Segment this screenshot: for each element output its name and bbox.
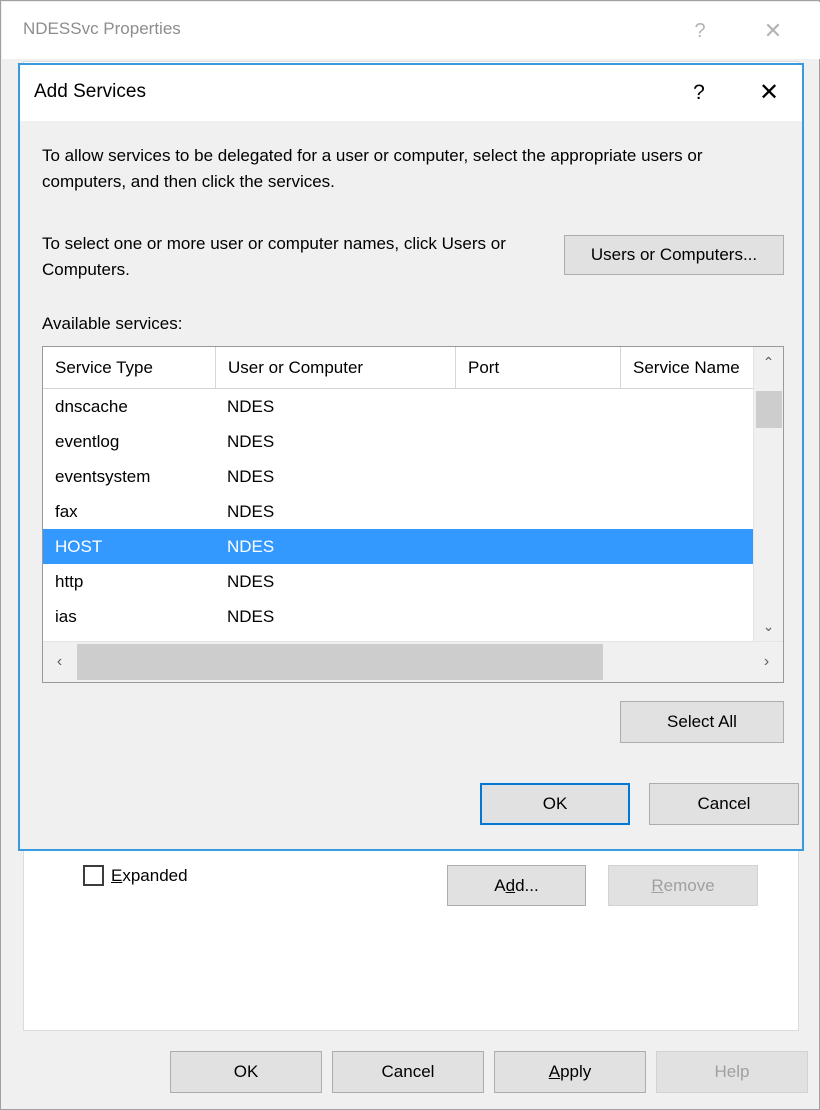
cell-user-or-computer: NDES bbox=[227, 537, 274, 557]
table-row[interactable]: iisadmin NDES bbox=[43, 634, 753, 641]
apply-button[interactable]: Apply bbox=[494, 1051, 646, 1093]
add-button[interactable]: Add... bbox=[447, 865, 586, 906]
apply-accel-char: A bbox=[549, 1062, 560, 1082]
table-row[interactable]: http NDES bbox=[43, 564, 753, 599]
select-all-button[interactable]: Select All bbox=[620, 701, 784, 743]
chevron-right-icon[interactable]: › bbox=[750, 642, 783, 682]
listview-rows[interactable]: dnscache NDES eventlog NDES eventsystem … bbox=[43, 389, 753, 641]
table-row[interactable]: dnscache NDES bbox=[43, 389, 753, 424]
table-row[interactable]: eventsystem NDES bbox=[43, 459, 753, 494]
column-header-port[interactable]: Port bbox=[455, 347, 620, 388]
available-services-label: Available services: bbox=[42, 314, 182, 334]
chevron-left-icon[interactable]: ‹ bbox=[43, 642, 76, 682]
cell-user-or-computer: NDES bbox=[227, 467, 274, 487]
add-suffix: d... bbox=[515, 876, 539, 896]
help-icon[interactable]: ? bbox=[672, 65, 726, 120]
add-services-title: Add Services bbox=[34, 81, 146, 103]
listview-header: Service Type User or Computer Port Servi… bbox=[43, 347, 783, 389]
expanded-checkbox[interactable] bbox=[83, 865, 104, 886]
chevron-up-icon[interactable]: ⌃ bbox=[754, 347, 783, 377]
close-icon[interactable]: ✕ bbox=[742, 65, 796, 120]
horizontal-scrollbar-thumb[interactable] bbox=[77, 644, 603, 680]
table-row[interactable]: ias NDES bbox=[43, 599, 753, 634]
table-row[interactable]: eventlog NDES bbox=[43, 424, 753, 459]
cell-service-type: ias bbox=[55, 607, 77, 627]
cancel-button[interactable]: Cancel bbox=[332, 1051, 484, 1093]
cell-user-or-computer: NDES bbox=[227, 572, 274, 592]
ok-button[interactable]: OK bbox=[480, 783, 630, 825]
close-icon[interactable]: ✕ bbox=[746, 3, 800, 59]
column-header-user-or-computer[interactable]: User or Computer bbox=[215, 347, 455, 388]
help-icon[interactable]: ? bbox=[673, 3, 727, 59]
cell-user-or-computer: NDES bbox=[227, 397, 274, 417]
expanded-label-rest: xpanded bbox=[122, 866, 187, 885]
available-services-listview[interactable]: Service Type User or Computer Port Servi… bbox=[42, 346, 784, 683]
outer-button-row: OK Cancel Apply Help bbox=[1, 1051, 820, 1095]
remove-button: Remove bbox=[608, 865, 758, 906]
expanded-label: Expanded bbox=[111, 866, 188, 886]
add-prefix: A bbox=[494, 876, 505, 896]
add-services-title-bar: Add Services ? ✕ bbox=[20, 65, 802, 121]
horizontal-scrollbar[interactable]: ‹ › bbox=[43, 641, 783, 682]
help-button: Help bbox=[656, 1051, 808, 1093]
cell-user-or-computer: NDES bbox=[227, 607, 274, 627]
cell-user-or-computer: NDES bbox=[227, 432, 274, 452]
remove-accel-char: R bbox=[651, 876, 663, 896]
cell-service-type: fax bbox=[55, 502, 78, 522]
column-header-service-type[interactable]: Service Type bbox=[43, 347, 215, 388]
chevron-down-icon[interactable]: ⌄ bbox=[754, 611, 783, 641]
remove-suffix: emove bbox=[664, 876, 715, 896]
expanded-accel-char: E bbox=[111, 866, 122, 885]
ok-button[interactable]: OK bbox=[170, 1051, 322, 1093]
expanded-checkbox-row[interactable]: Expanded bbox=[83, 865, 188, 886]
cell-service-type: dnscache bbox=[55, 397, 128, 417]
users-or-computers-button[interactable]: Users or Computers... bbox=[564, 235, 784, 275]
apply-suffix: pply bbox=[560, 1062, 591, 1082]
select-instruction-text: To select one or more user or computer n… bbox=[42, 231, 562, 283]
cell-service-type: HOST bbox=[55, 537, 102, 557]
ndessvc-properties-window: NDESSvc Properties ? ✕ Expanded Add... R… bbox=[0, 0, 820, 1110]
add-services-dialog: Add Services ? ✕ To allow services to be… bbox=[18, 63, 804, 851]
cell-service-type: eventlog bbox=[55, 432, 119, 452]
add-services-body: To allow services to be delegated for a … bbox=[20, 121, 802, 849]
table-row[interactable]: fax NDES bbox=[43, 494, 753, 529]
cell-service-type: eventsystem bbox=[55, 467, 150, 487]
outer-title-bar: NDESSvc Properties ? ✕ bbox=[2, 2, 820, 59]
vertical-scrollbar[interactable]: ⌃ ⌄ bbox=[753, 347, 783, 641]
table-row-selected[interactable]: HOST NDES bbox=[43, 529, 753, 564]
outer-window-title: NDESSvc Properties bbox=[23, 19, 181, 39]
vertical-scrollbar-thumb[interactable] bbox=[756, 391, 782, 428]
add-accel-char: d bbox=[506, 876, 515, 896]
cell-user-or-computer: NDES bbox=[227, 502, 274, 522]
intro-instruction-text: To allow services to be delegated for a … bbox=[42, 143, 782, 195]
cancel-button[interactable]: Cancel bbox=[649, 783, 799, 825]
cell-service-type: http bbox=[55, 572, 83, 592]
